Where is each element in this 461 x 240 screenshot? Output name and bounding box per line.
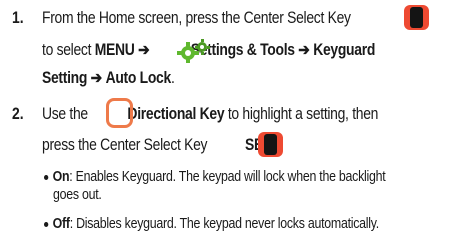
arrow-2: ➔ — [298, 41, 310, 59]
arrow-3: ➔ — [90, 69, 103, 87]
directional-key-label: Directional Key — [127, 105, 225, 123]
bullet-dot — [44, 174, 49, 180]
auto-lock-label: Auto Lock — [105, 69, 172, 87]
bullet-on: On: Enables Keyguard. The keypad will lo… — [44, 168, 386, 186]
bullet-on-label: On — [52, 169, 70, 185]
bullet-on-text: : Enables Keyguard. The keypad will lock… — [69, 169, 386, 185]
step-2-line-1: Use the Directional Key to highlight a se… — [42, 104, 378, 124]
step-2-suffix: to highlight a setting, then — [227, 105, 379, 123]
bullet-on-continued: goes out. — [53, 187, 102, 203]
step-2-line-2: press the Center Select KeySET: — [42, 135, 275, 155]
step-1-line-1: From the Home screen, press the Center S… — [42, 8, 351, 28]
menu-label: MENU — [94, 41, 135, 59]
bullet-off: Off: Disables keyguard. The keypad never… — [44, 215, 379, 233]
step-2-text: press the Center Select Key — [42, 136, 208, 154]
step-2-number: 2. — [12, 105, 24, 123]
step-2-prefix: Use the — [42, 105, 88, 123]
settings-gear-icon — [177, 39, 210, 63]
bullet-off-text: : Disables keyguard. The keypad never lo… — [69, 216, 380, 232]
bullet-off-label: Off — [52, 216, 70, 232]
step-1-line-3: Setting ➔ Auto Lock. — [42, 69, 175, 87]
step-1-number: 1. — [12, 9, 24, 27]
step-1-text: From the Home screen, press the Center S… — [42, 9, 351, 27]
center-select-key-icon — [258, 132, 283, 157]
keyguard-label: Keyguard — [313, 41, 376, 59]
bullet-dot — [44, 221, 49, 227]
arrow-1: ➔ — [138, 41, 150, 59]
center-select-key-icon — [404, 5, 429, 30]
setting-label: Setting — [42, 69, 88, 87]
step-1-prefix: to select — [42, 41, 95, 59]
directional-key-icon — [106, 98, 133, 128]
